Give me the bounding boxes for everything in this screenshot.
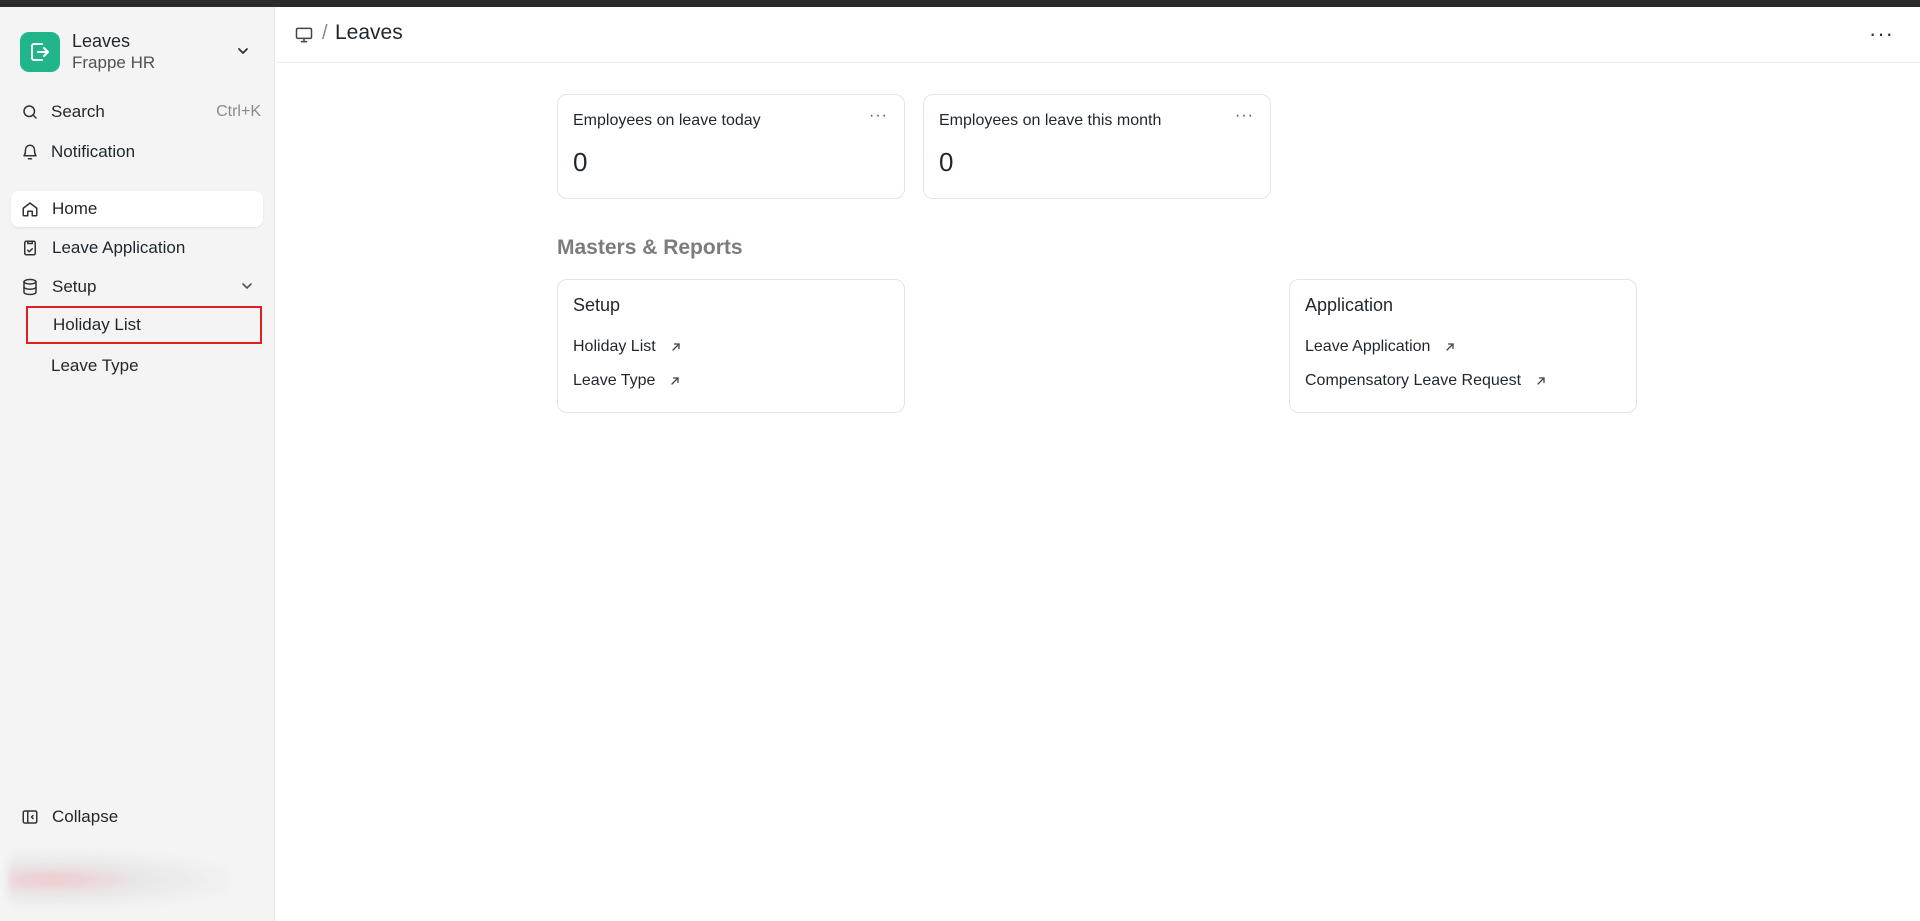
sidebar-item-holiday-list[interactable]: Holiday List (26, 306, 262, 344)
sidebar-item-label: Leave Type (51, 356, 139, 375)
sidebar-item-label: Holiday List (53, 315, 141, 334)
page-title: Leaves (335, 21, 403, 44)
user-menu[interactable] (8, 852, 228, 907)
breadcrumb-separator: / (322, 22, 328, 44)
number-card-menu-button[interactable]: ··· (869, 107, 888, 125)
arrow-up-right-icon (670, 341, 682, 353)
database-icon (20, 277, 40, 297)
page-header: / Leaves ··· (276, 7, 1920, 63)
sidebar-collapse-icon (20, 807, 40, 827)
number-card[interactable]: Employees on leave this month ··· 0 (923, 94, 1271, 199)
chevron-down-icon[interactable] (239, 278, 255, 299)
clipboard-icon (20, 238, 40, 258)
number-card[interactable]: Employees on leave today ··· 0 (557, 94, 905, 199)
collapse-button[interactable]: Collapse (11, 799, 263, 835)
arrow-up-right-icon (1444, 341, 1456, 353)
number-card-value: 0 (573, 147, 588, 177)
section-heading: Masters & Reports (557, 236, 743, 259)
card-title: Application (1305, 295, 1394, 315)
search-icon (20, 102, 40, 122)
links-card-application: Application Leave Application Compensato… (1289, 279, 1637, 413)
arrow-up-right-icon (1535, 375, 1547, 387)
sidebar-item-leave-type[interactable]: Leave Type (26, 347, 262, 385)
link-compensatory-leave-request[interactable]: Compensatory Leave Request (1305, 372, 1547, 390)
more-options-button[interactable]: ··· (1869, 21, 1894, 47)
link-label: Leave Application (1305, 338, 1431, 355)
exit-icon (20, 32, 60, 72)
chevron-down-icon (235, 43, 251, 64)
arrow-up-right-icon (669, 375, 681, 387)
sidebar-item-home[interactable]: Home (11, 191, 263, 227)
link-label: Holiday List (573, 338, 656, 355)
notification-label: Notification (51, 142, 136, 161)
number-card-menu-button[interactable]: ··· (1235, 107, 1254, 125)
app-switcher[interactable]: Leaves Frappe HR (10, 23, 265, 81)
sidebar-item-label: Setup (52, 277, 97, 296)
sidebar-item-leave-application[interactable]: Leave Application (11, 230, 263, 266)
monitor-icon[interactable] (294, 25, 314, 50)
sidebar-item-label: Leave Application (52, 238, 186, 257)
collapse-label: Collapse (52, 807, 119, 826)
links-card-setup: Setup Holiday List Leave Type (557, 279, 905, 413)
number-card-title: Employees on leave today (573, 112, 761, 129)
home-icon (20, 199, 40, 219)
search-label: Search (51, 102, 105, 121)
link-label: Compensatory Leave Request (1305, 372, 1522, 389)
number-card-value: 0 (939, 147, 954, 177)
card-title: Setup (573, 295, 621, 315)
link-leave-application[interactable]: Leave Application (1305, 338, 1456, 356)
link-holiday-list[interactable]: Holiday List (573, 338, 682, 356)
sidebar: Leaves Frappe HR Search Ctrl+K Notificat… (0, 7, 275, 921)
link-leave-type[interactable]: Leave Type (573, 372, 681, 390)
search-button[interactable]: Search Ctrl+K (11, 94, 263, 130)
search-shortcut: Ctrl+K (216, 103, 261, 120)
window-top-bar (0, 0, 1920, 7)
link-label: Leave Type (573, 372, 656, 389)
app-subtitle: Frappe HR (72, 53, 156, 72)
sidebar-item-label: Home (52, 199, 98, 218)
bell-icon (20, 142, 40, 162)
sidebar-item-setup[interactable]: Setup (11, 269, 263, 305)
notification-button[interactable]: Notification (11, 134, 263, 170)
app-title: Leaves (72, 31, 131, 51)
number-card-title: Employees on leave this month (939, 112, 1162, 129)
